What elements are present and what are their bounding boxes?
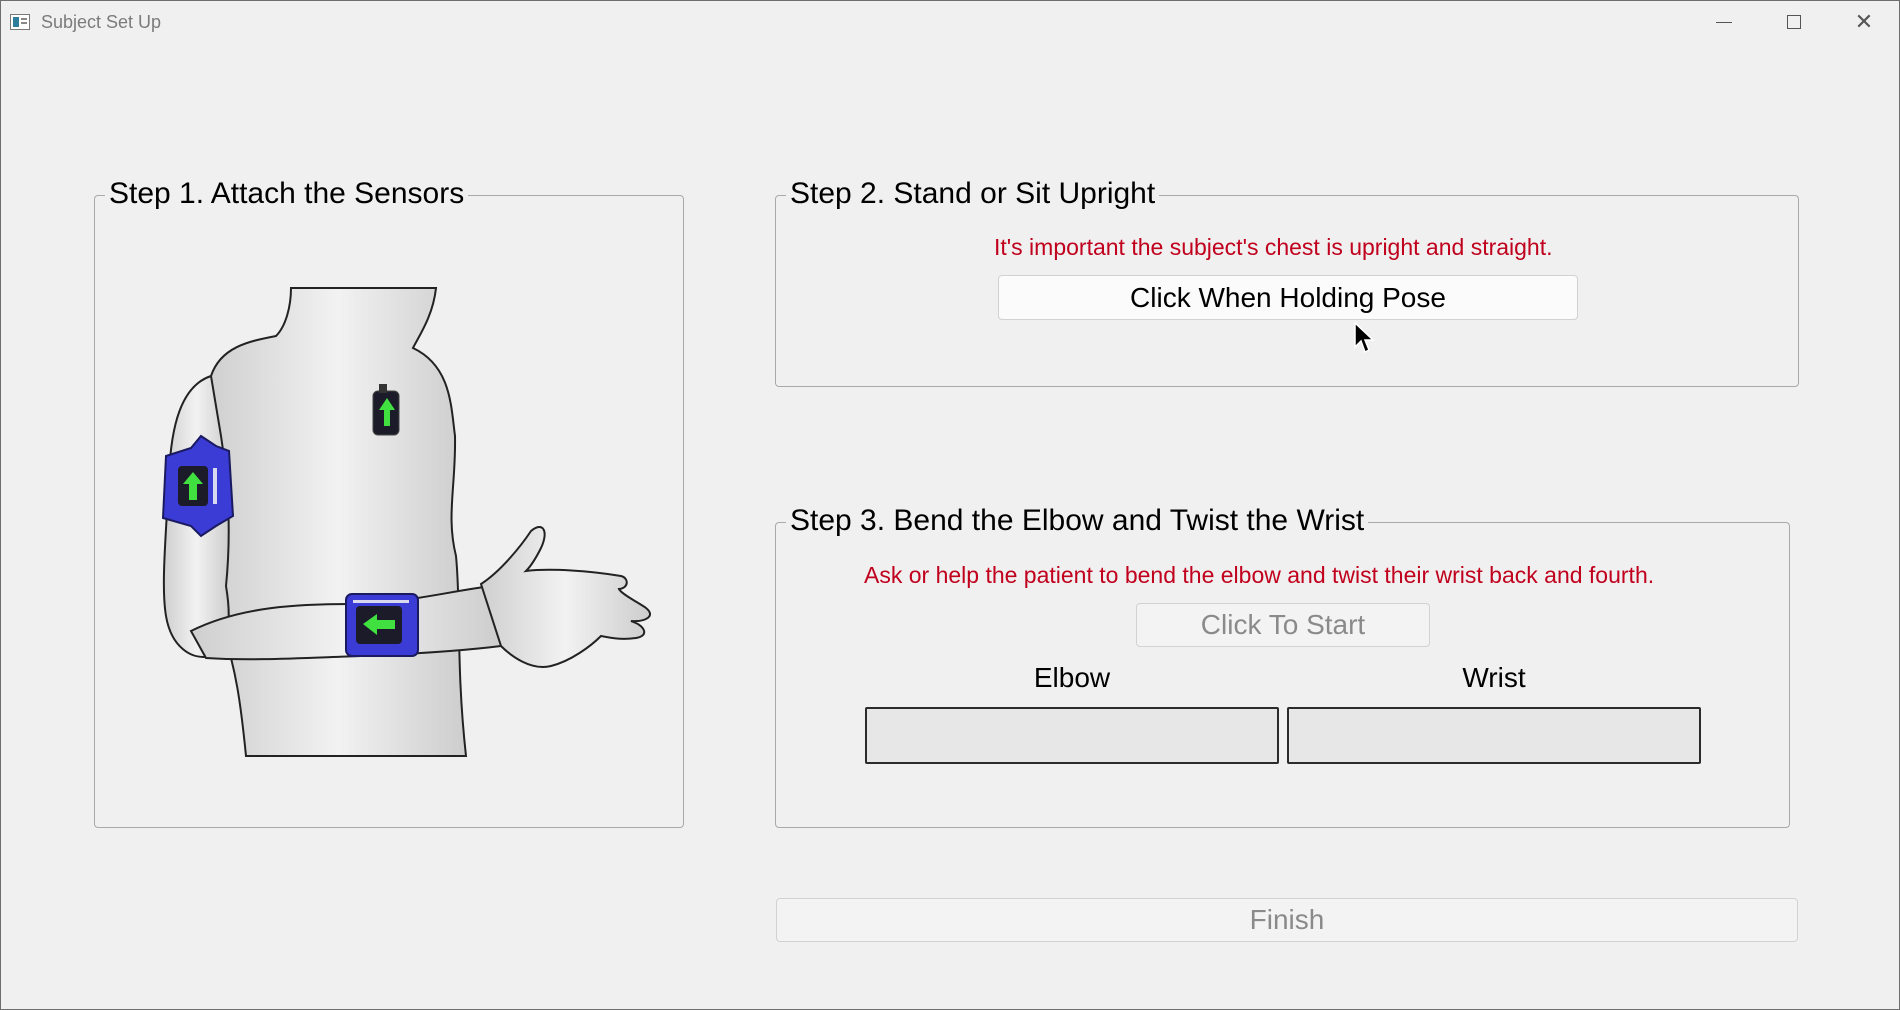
title-bar[interactable]: Subject Set Up ✕ — [1, 1, 1899, 43]
wrist-progress-bar — [1287, 707, 1701, 764]
mouse-cursor-icon — [1354, 321, 1375, 354]
start-button[interactable]: Click To Start — [1136, 603, 1430, 647]
wrist-sensor — [345, 593, 419, 657]
window-title: Subject Set Up — [41, 12, 162, 32]
maximize-button[interactable] — [1759, 1, 1829, 43]
chest-sensor — [372, 384, 400, 436]
holding-pose-button[interactable]: Click When Holding Pose — [998, 275, 1578, 320]
close-icon: ✕ — [1854, 9, 1874, 34]
app-window-icon — [10, 14, 30, 30]
torso-with-arm-sensors-illustration — [161, 287, 651, 757]
step1-title: Step 1. Attach the Sensors — [105, 174, 469, 214]
step3-title: Step 3. Bend the Elbow and Twist the Wri… — [786, 501, 1369, 541]
main-window: Subject Set Up ✕ Step 1. Attach the Sens… — [0, 0, 1900, 1010]
elbow-label: Elbow — [1033, 662, 1111, 693]
step2-instruction: It's important the subject's chest is up… — [994, 234, 1553, 260]
step2-title: Step 2. Stand or Sit Upright — [786, 174, 1160, 214]
finish-button[interactable]: Finish — [776, 898, 1798, 942]
wrist-label: Wrist — [1462, 662, 1526, 693]
minimize-button[interactable] — [1689, 1, 1759, 43]
close-button[interactable]: ✕ — [1829, 1, 1899, 43]
maximize-icon — [1787, 15, 1801, 29]
elbow-progress-bar — [865, 707, 1279, 764]
step3-instruction: Ask or help the patient to bend the elbo… — [864, 562, 1655, 588]
minimize-icon — [1716, 21, 1732, 23]
